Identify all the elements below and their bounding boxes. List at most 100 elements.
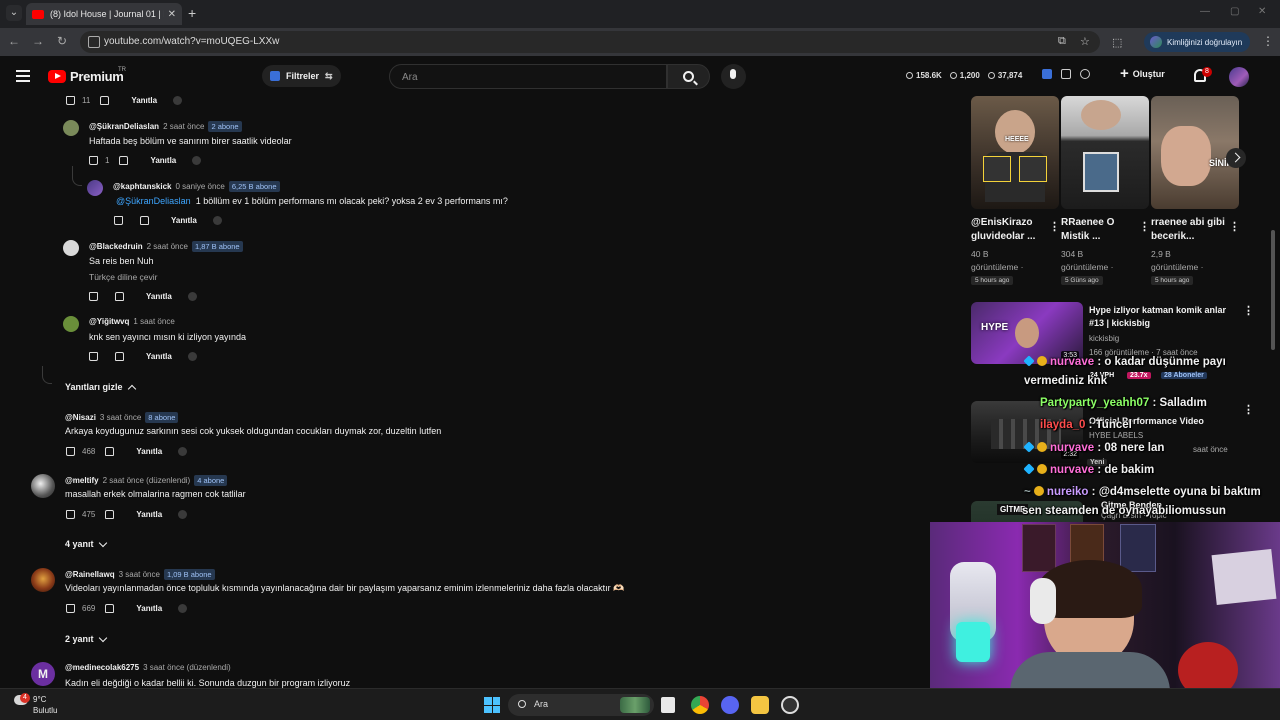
comment-time[interactable]: 1 saat önce bbox=[133, 317, 174, 326]
avatar[interactable] bbox=[87, 180, 103, 196]
channel-name[interactable]: kickisbig bbox=[1089, 334, 1119, 343]
comment-time[interactable]: 0 saniye önce bbox=[176, 182, 225, 191]
shorts-next-button[interactable] bbox=[1226, 148, 1246, 168]
like-icon[interactable] bbox=[89, 352, 98, 361]
extension-reply-icon[interactable] bbox=[187, 292, 197, 301]
reply-button[interactable]: Yanıtla bbox=[136, 604, 162, 613]
reply-button[interactable]: Yanıtla bbox=[146, 292, 172, 301]
extension-reply-icon[interactable] bbox=[192, 156, 202, 165]
search-input[interactable]: Ara bbox=[389, 64, 667, 89]
translate-link[interactable]: Türkçe diline çevir bbox=[89, 272, 158, 282]
obs-icon[interactable] bbox=[781, 696, 799, 714]
comment-time[interactable]: 3 saat önce (düzenlendi) bbox=[143, 663, 231, 672]
avatar[interactable] bbox=[63, 120, 79, 136]
tab-search-icon[interactable]: ⌄ bbox=[6, 5, 22, 21]
like-icon[interactable] bbox=[114, 216, 123, 225]
short-menu-icon[interactable]: ⋮ bbox=[1139, 220, 1150, 233]
avatar[interactable]: M bbox=[31, 662, 55, 686]
show-replies-button[interactable]: 4 yanıt bbox=[65, 538, 107, 549]
site-info-icon[interactable] bbox=[88, 36, 100, 48]
reply-button[interactable]: Yanıtla bbox=[131, 96, 157, 105]
comment-time[interactable]: 3 saat önce bbox=[100, 413, 141, 422]
taskbar-search[interactable]: Ara bbox=[508, 694, 654, 716]
comment-time[interactable]: 3 saat önce bbox=[119, 570, 160, 579]
back-icon[interactable]: ← bbox=[6, 34, 22, 48]
extension-reply-icon[interactable] bbox=[212, 216, 222, 225]
tab-close-icon[interactable]: ✕ bbox=[168, 9, 176, 20]
menu-icon[interactable] bbox=[16, 70, 30, 82]
comment-author[interactable]: @Rainellawq bbox=[65, 570, 115, 579]
hide-replies-button[interactable]: Yanıtları gizle bbox=[65, 382, 136, 394]
reply-button[interactable]: Yanıtla bbox=[171, 216, 197, 225]
browser-menu-icon[interactable]: ⋮ bbox=[1262, 34, 1274, 48]
maximize-icon[interactable]: ▢ bbox=[1230, 6, 1239, 17]
like-icon[interactable] bbox=[89, 292, 98, 301]
reply-button[interactable]: Yanıtla bbox=[146, 352, 172, 361]
minimize-icon[interactable]: — bbox=[1200, 6, 1210, 17]
comment-author[interactable]: @meltify bbox=[65, 476, 99, 485]
show-replies-button[interactable]: 2 yanıt bbox=[65, 633, 107, 644]
mention-link[interactable]: @ŞükranDeliaslan bbox=[116, 196, 191, 206]
avatar[interactable] bbox=[31, 568, 55, 592]
comment-author[interactable]: @Yiğitwvq bbox=[89, 317, 129, 326]
reply-button[interactable]: Yanıtla bbox=[136, 510, 162, 519]
like-icon[interactable] bbox=[89, 156, 98, 165]
youtube-logo[interactable]: Premium bbox=[48, 69, 124, 84]
reply-button[interactable]: Yanıtla bbox=[136, 447, 162, 456]
browser-tab[interactable]: (8) Idol House | Journal 01 | Evo ✕ bbox=[26, 3, 182, 25]
dislike-icon[interactable] bbox=[115, 352, 124, 361]
like-icon[interactable] bbox=[66, 96, 75, 105]
short-thumbnail[interactable]: SİNİR bbox=[1151, 96, 1239, 209]
like-icon[interactable] bbox=[66, 604, 75, 613]
dislike-icon[interactable] bbox=[115, 292, 124, 301]
chrome-icon[interactable] bbox=[691, 696, 709, 714]
filter-button[interactable]: Filtreler ⇆ bbox=[262, 65, 341, 87]
profile-button[interactable]: Kimliğinizi doğrulayın bbox=[1144, 32, 1251, 52]
extension-reply-icon[interactable] bbox=[178, 447, 188, 456]
account-avatar[interactable] bbox=[1229, 67, 1249, 87]
extension-reply-icon[interactable] bbox=[187, 352, 197, 361]
reply-button[interactable]: Yanıtla bbox=[150, 156, 176, 165]
short-thumbnail[interactable]: HEEEE bbox=[971, 96, 1059, 209]
short-menu-icon[interactable]: ⋮ bbox=[1049, 220, 1060, 233]
search-button[interactable] bbox=[667, 64, 710, 89]
comment-author[interactable]: @Blackedruin bbox=[89, 242, 143, 251]
comment-author[interactable]: @medinecolak6275 bbox=[65, 663, 139, 672]
dislike-icon[interactable] bbox=[140, 216, 149, 225]
avatar[interactable] bbox=[63, 316, 79, 332]
scrollbar[interactable] bbox=[1271, 230, 1275, 350]
extensions-icon[interactable]: ⬚ bbox=[1112, 36, 1122, 49]
install-app-icon[interactable]: ⧉ bbox=[1058, 35, 1066, 48]
comment-author[interactable]: @kaphtanskick bbox=[113, 182, 172, 191]
window-close-icon[interactable]: ✕ bbox=[1258, 6, 1266, 17]
comment-author[interactable]: @ŞükranDeliaslan bbox=[89, 122, 159, 131]
file-explorer-icon[interactable] bbox=[751, 696, 769, 714]
video-menu-icon[interactable]: ⋮ bbox=[1243, 304, 1254, 317]
extension-reply-icon[interactable] bbox=[178, 510, 188, 519]
new-tab-icon[interactable]: + bbox=[188, 5, 196, 21]
video-title[interactable]: Hype izliyor katman komik anlar #13 | ki… bbox=[1089, 304, 1239, 330]
bookmark-star-icon[interactable]: ☆ bbox=[1080, 35, 1090, 48]
list-icon[interactable] bbox=[1061, 69, 1071, 79]
notes-app-icon[interactable] bbox=[661, 697, 675, 713]
dislike-icon[interactable] bbox=[105, 510, 115, 519]
extension-reply-icon[interactable] bbox=[173, 96, 183, 105]
start-button[interactable] bbox=[484, 697, 500, 713]
dislike-icon[interactable] bbox=[100, 96, 110, 105]
avatar[interactable] bbox=[31, 474, 55, 498]
create-button[interactable]: + Oluştur bbox=[1120, 66, 1165, 81]
weather-description[interactable]: Bulutlu bbox=[33, 706, 57, 715]
like-icon[interactable] bbox=[66, 510, 75, 519]
dislike-icon[interactable] bbox=[105, 604, 115, 613]
dislike-icon[interactable] bbox=[105, 447, 115, 456]
dislike-icon[interactable] bbox=[119, 156, 129, 165]
comment-time[interactable]: 2 saat önce bbox=[147, 242, 188, 251]
short-thumbnail[interactable] bbox=[1061, 96, 1149, 209]
comment-time[interactable]: 2 saat önce bbox=[163, 122, 204, 131]
url-bar[interactable]: youtube.com/watch?v=moUQEG-LXXw ⧉ ☆ bbox=[80, 31, 1100, 53]
like-icon[interactable] bbox=[66, 447, 75, 456]
trophy-icon[interactable] bbox=[1080, 69, 1090, 79]
forward-icon[interactable]: → bbox=[30, 34, 46, 48]
extension-reply-icon[interactable] bbox=[178, 604, 188, 613]
extension-icon[interactable] bbox=[1042, 69, 1052, 79]
